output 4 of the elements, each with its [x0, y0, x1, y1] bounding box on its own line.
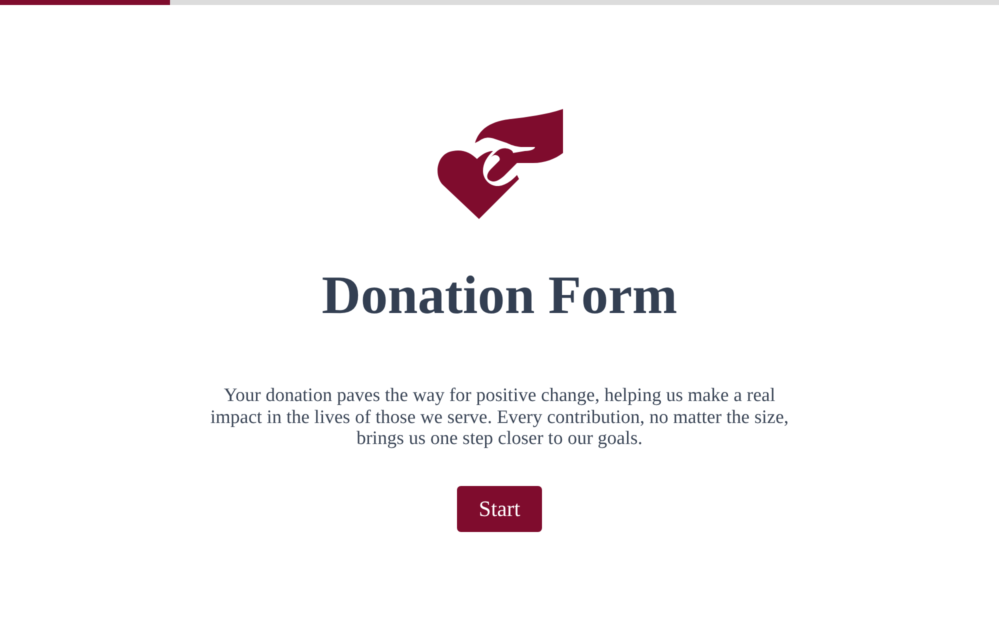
- form-title: Donation Form: [322, 264, 678, 327]
- description-text: Your donation paves the way for positive change, helping us make a real impact in the lives of those we serve. Every contribution, no matter the size, brings us one step closer to our goals.: [209, 385, 790, 450]
- start-button[interactable]: Start: [456, 486, 542, 532]
- hand-holding-heart-icon: [436, 109, 564, 219]
